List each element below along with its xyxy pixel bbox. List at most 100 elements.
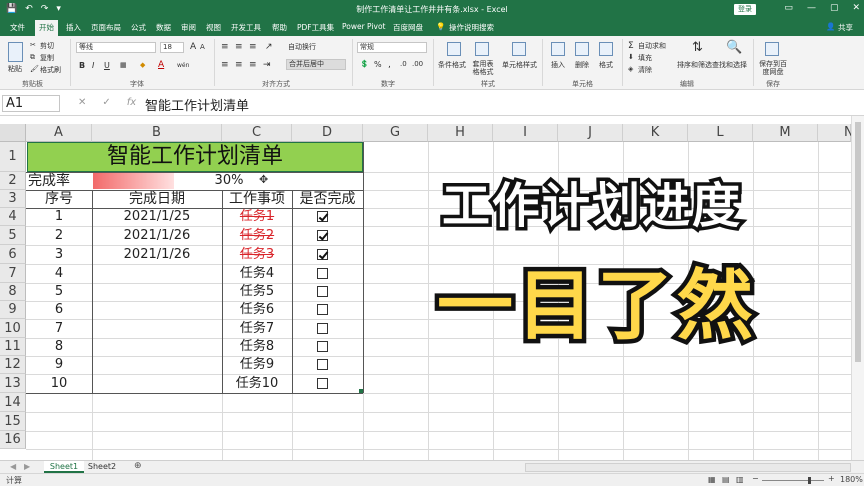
row-header-15[interactable]: 15 [0,412,26,431]
header-number[interactable]: 序号 [26,190,92,208]
task-number[interactable]: 2 [26,227,92,245]
row-header-9[interactable]: 9 [0,301,26,319]
row-header-2[interactable]: 2 [0,172,26,190]
increase-decimal-icon[interactable]: .0 [400,60,407,68]
prev-sheet-icon[interactable]: ◀ [10,462,16,471]
tab-power-pivot[interactable]: Power Pivot [342,22,385,31]
completion-rate-label[interactable]: 完成率 [28,172,70,190]
task-number[interactable]: 8 [26,338,92,356]
normal-view-icon[interactable]: ▦ [708,475,716,484]
row-header-10[interactable]: 10 [0,319,26,338]
task-date[interactable]: 2021/1/26 [92,246,222,264]
currency-icon[interactable]: 💲 [360,60,369,68]
formula-input[interactable]: 智能工作计划清单 [145,95,249,114]
minimize-icon[interactable]: — [807,3,816,13]
column-header-a[interactable]: A [26,124,92,142]
find-select-button[interactable]: 查找和选择 [712,60,747,70]
task-item[interactable]: 任务9 [222,356,292,374]
row-header-13[interactable]: 13 [0,374,26,393]
align-middle-icon[interactable]: ≡ [235,42,243,52]
task-item[interactable]: 任务7 [222,320,292,338]
scroll-thumb[interactable] [855,122,861,362]
row-header-11[interactable]: 11 [0,338,26,356]
tab-formulas[interactable]: 公式 [131,22,146,33]
sort-filter-icon[interactable]: ⇅ [692,40,703,55]
tab-view[interactable]: 视图 [206,22,221,33]
cut-button[interactable]: 剪切 [40,41,54,51]
zoom-out-icon[interactable]: − [752,474,759,483]
sheet-tab-sheet2[interactable]: Sheet2 [86,461,118,473]
header-task[interactable]: 工作事项 [222,190,292,208]
task-number[interactable]: 3 [26,246,92,264]
task-number[interactable]: 4 [26,265,92,283]
cell-styles-icon[interactable] [512,42,526,56]
font-size-select[interactable]: 18 [160,42,184,53]
autosum-button[interactable]: 自动求和 [638,41,666,51]
decrease-decimal-icon[interactable]: .00 [412,60,423,68]
column-header-g[interactable]: G [363,124,428,142]
row-header-7[interactable]: 7 [0,264,26,283]
grow-font-icon[interactable]: A [190,42,196,52]
format-cells-button[interactable]: 格式 [599,60,613,70]
cancel-icon[interactable]: ✕ [78,97,86,108]
font-name-select[interactable]: 等线 [76,42,156,53]
row-header-4[interactable]: 4 [0,208,26,226]
format-cells-icon[interactable] [599,42,613,56]
login-button[interactable]: 登录 [734,4,756,15]
task-checkbox[interactable] [317,359,328,370]
tab-developer[interactable]: 开发工具 [231,22,261,33]
task-number[interactable]: 9 [26,356,92,374]
vertical-scrollbar[interactable] [851,116,864,460]
column-header-b[interactable]: B [92,124,222,142]
row-header-6[interactable]: 6 [0,245,26,264]
tab-baidu-netdisk[interactable]: 百度网盘 [393,22,423,33]
task-checkbox[interactable] [317,211,328,222]
completion-rate-value[interactable]: 30% [214,172,244,190]
column-header-k[interactable]: K [623,124,688,142]
wrap-text-button[interactable]: 自动换行 [288,42,316,52]
row-header-12[interactable]: 12 [0,356,26,374]
font-color-button[interactable]: A [158,60,164,70]
task-checkbox[interactable] [317,323,328,334]
row-header-14[interactable]: 14 [0,393,26,412]
align-right-icon[interactable]: ≡ [249,60,257,70]
page-layout-icon[interactable]: ▤ [722,475,730,484]
task-checkbox[interactable] [317,304,328,315]
insert-function-icon[interactable]: fx [127,97,136,108]
page-break-icon[interactable]: ▥ [736,475,744,484]
tab-pdf-tools[interactable]: PDF工具集 [297,22,334,33]
task-item[interactable]: 任务1 [222,208,292,226]
cell-styles-button[interactable]: 单元格样式 [502,60,537,70]
add-sheet-icon[interactable]: ⊕ [134,461,142,471]
save-baidu-button[interactable]: 保存到百度网盘 [758,60,788,76]
maximize-icon[interactable]: ▢ [830,3,839,13]
indent-icon[interactable]: ⇥ [263,60,271,70]
zoom-in-icon[interactable]: + [828,474,835,483]
align-bottom-icon[interactable]: ≡ [249,42,257,52]
fill-color-icon[interactable]: ◆ [140,61,145,69]
orientation-icon[interactable]: ↗ [265,42,273,52]
task-item[interactable]: 任务6 [222,301,292,319]
align-left-icon[interactable]: ≡ [221,60,229,70]
find-select-icon[interactable]: 🔍 [726,40,742,55]
name-box[interactable]: A1 [2,95,60,112]
row-header-3[interactable]: 3 [0,190,26,208]
merge-center-button[interactable]: 合并后居中 [286,59,346,70]
zoom-level[interactable]: 180% [840,475,863,484]
task-item[interactable]: 任务5 [222,283,292,301]
task-number[interactable]: 5 [26,283,92,301]
paste-button[interactable]: 粘贴 [8,64,22,74]
delete-cells-button[interactable]: 删除 [575,60,589,70]
fill-button[interactable]: 填充 [638,53,652,63]
italic-button[interactable]: I [92,61,94,70]
task-date[interactable]: 2021/1/26 [92,227,222,245]
tab-review[interactable]: 审阅 [181,22,196,33]
task-item[interactable]: 任务10 [222,375,292,393]
task-item[interactable]: 任务3 [222,246,292,264]
tab-insert[interactable]: 插入 [66,22,81,33]
task-checkbox[interactable] [317,378,328,389]
number-format-select[interactable]: 常规 [357,42,427,53]
row-header-1[interactable]: 1 [0,142,26,172]
enter-icon[interactable]: ✓ [102,97,110,108]
align-top-icon[interactable]: ≡ [221,42,229,52]
